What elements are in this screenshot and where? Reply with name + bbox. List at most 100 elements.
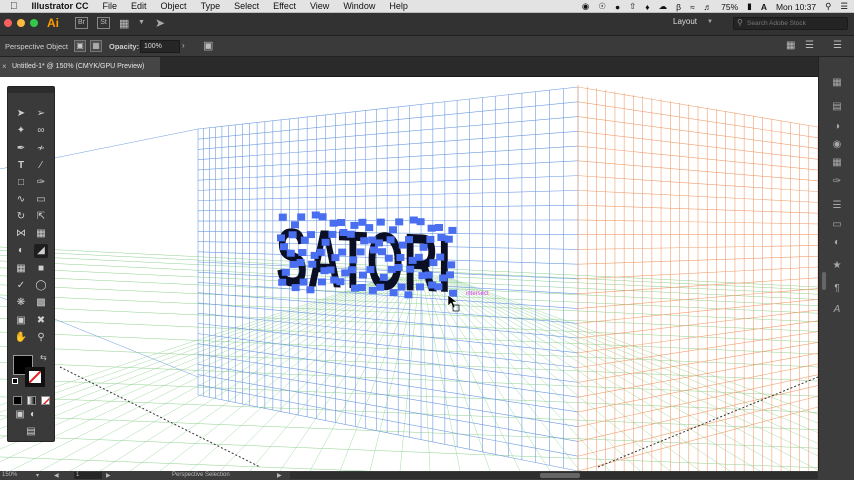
horizontal-scroll-thumb[interactable]: [540, 473, 580, 478]
color-mode-icon[interactable]: [13, 396, 22, 405]
shaper-tool-icon[interactable]: ∿: [14, 193, 28, 207]
dropbox-icon[interactable]: ♦: [645, 2, 649, 12]
battery-icon[interactable]: ▮: [747, 1, 752, 12]
minimize-window-button[interactable]: [17, 19, 25, 27]
swap-fill-stroke-icon[interactable]: ⇆: [40, 353, 47, 362]
record-icon[interactable]: ◉: [582, 1, 589, 12]
libraries-panel-icon[interactable]: ◑: [829, 119, 845, 135]
anchor-point[interactable]: [370, 246, 378, 254]
anchor-point[interactable]: [437, 234, 446, 241]
anchor-point[interactable]: [346, 230, 355, 238]
first-artboard-icon[interactable]: ◀: [54, 472, 59, 479]
menu-select[interactable]: Select: [234, 1, 259, 11]
anchor-point[interactable]: [359, 271, 367, 279]
anchor-point[interactable]: [424, 271, 433, 279]
slice-tool-icon[interactable]: ✖: [34, 314, 48, 328]
anchor-point[interactable]: [449, 289, 457, 297]
anchor-point[interactable]: [404, 291, 413, 299]
battery-percent[interactable]: 75%: [721, 2, 738, 12]
paragraph-panel-icon[interactable]: ¶: [829, 281, 845, 297]
anchor-point[interactable]: [326, 266, 335, 274]
gradient-mode-icon[interactable]: [27, 396, 36, 405]
menu-object[interactable]: Object: [161, 1, 187, 11]
menu-view[interactable]: View: [310, 1, 329, 11]
anchor-point[interactable]: [297, 213, 306, 221]
screen-mode-icon[interactable]: ▤: [24, 425, 38, 439]
status-menu-icon[interactable]: ▶: [277, 472, 282, 479]
anchor-point[interactable]: [386, 236, 395, 244]
perspective-selection-tool-icon[interactable]: ◢: [34, 244, 48, 258]
align-panel-icon[interactable]: ▦: [786, 40, 795, 51]
pen-tool-icon[interactable]: ✒: [14, 142, 28, 156]
anchor-point[interactable]: [299, 278, 308, 286]
anchor-point[interactable]: [389, 289, 398, 297]
anchor-point[interactable]: [405, 236, 413, 244]
anchor-point[interactable]: [397, 283, 406, 291]
apple-icon[interactable]: : [10, 1, 18, 12]
tools-panel-header[interactable]: [8, 87, 54, 93]
artboard-canvas[interactable]: SATORI intersect: [0, 77, 818, 471]
anchor-point[interactable]: [429, 259, 438, 267]
anchor-point[interactable]: [277, 234, 285, 242]
anchor-point[interactable]: [384, 254, 393, 262]
anchor-point[interactable]: [447, 261, 456, 269]
anchor-point[interactable]: [378, 248, 386, 256]
anchor-point[interactable]: [280, 243, 288, 251]
anchor-point[interactable]: [396, 254, 405, 261]
menu-app-name[interactable]: Illustrator CC: [32, 1, 89, 11]
close-window-button[interactable]: [4, 19, 12, 27]
anchor-point[interactable]: [291, 221, 299, 229]
anchor-point[interactable]: [444, 235, 453, 243]
swatches-panel-icon[interactable]: ▦: [829, 155, 845, 171]
zoom-tool-icon[interactable]: ⚲: [34, 331, 48, 345]
paintbrush-tool-icon[interactable]: ✑: [34, 176, 48, 190]
artboard-number[interactable]: 1: [74, 472, 102, 479]
menu-help[interactable]: Help: [389, 1, 408, 11]
menu-window[interactable]: Window: [343, 1, 375, 11]
properties-panel-icon[interactable]: ▦: [829, 75, 845, 91]
anchor-point[interactable]: [435, 224, 443, 231]
anchor-point[interactable]: [416, 218, 425, 226]
anchor-point[interactable]: [298, 249, 307, 256]
anchor-point[interactable]: [278, 278, 287, 286]
draw-normal-icon[interactable]: ▣: [13, 408, 27, 422]
gradient-panel-icon[interactable]: ▭: [829, 217, 845, 233]
anchor-point[interactable]: [416, 283, 424, 291]
blend-tool-icon[interactable]: ◯: [34, 279, 48, 293]
mesh-tool-icon[interactable]: ▦: [14, 262, 28, 276]
menu-file[interactable]: File: [103, 1, 118, 11]
anchor-point[interactable]: [337, 219, 345, 226]
anchor-point[interactable]: [306, 286, 315, 294]
next-artboard-icon[interactable]: ▶: [106, 472, 111, 479]
isolate-selected-icon[interactable]: ▣: [74, 40, 86, 52]
menubar-clock[interactable]: Mon 10:37: [776, 2, 816, 12]
close-tab-icon[interactable]: ×: [2, 57, 7, 77]
scale-tool-icon[interactable]: ⇱: [34, 210, 48, 224]
none-mode-icon[interactable]: [41, 396, 50, 405]
free-transform-tool-icon[interactable]: ▦: [34, 227, 48, 241]
anchor-point[interactable]: [286, 249, 295, 257]
rectangle-tool-icon[interactable]: □: [14, 176, 28, 190]
artboard-tool-icon[interactable]: ▣: [14, 314, 28, 328]
anchor-point[interactable]: [379, 273, 388, 281]
anchor-point[interactable]: [289, 260, 298, 268]
anchor-point[interactable]: [434, 283, 443, 291]
anchor-point[interactable]: [365, 224, 374, 232]
color-panel-icon[interactable]: ◉: [829, 137, 845, 153]
workspace-switcher[interactable]: Layout: [673, 17, 697, 26]
anchor-point[interactable]: [329, 219, 338, 227]
workspace-chevron-icon[interactable]: ▼: [707, 19, 713, 25]
hand-tool-icon[interactable]: ✋: [14, 331, 28, 345]
column-graph-tool-icon[interactable]: ▩: [34, 296, 48, 310]
eyedropper-tool-icon[interactable]: ✓: [14, 279, 28, 293]
upload-icon[interactable]: ⇧: [629, 1, 636, 12]
magic-wand-tool-icon[interactable]: ✦: [14, 124, 28, 138]
stock-button[interactable]: St: [97, 17, 110, 29]
volume-icon[interactable]: ♬: [704, 2, 713, 12]
anchor-point[interactable]: [387, 265, 396, 273]
menu-effect[interactable]: Effect: [273, 1, 296, 11]
selection-tool-icon[interactable]: ➤: [14, 107, 28, 121]
spotlight-icon[interactable]: ⚲: [825, 1, 831, 12]
document-tab[interactable]: × Untitled-1* @ 150% (CMYK/GPU Preview): [0, 57, 160, 77]
anchor-point[interactable]: [357, 284, 366, 291]
